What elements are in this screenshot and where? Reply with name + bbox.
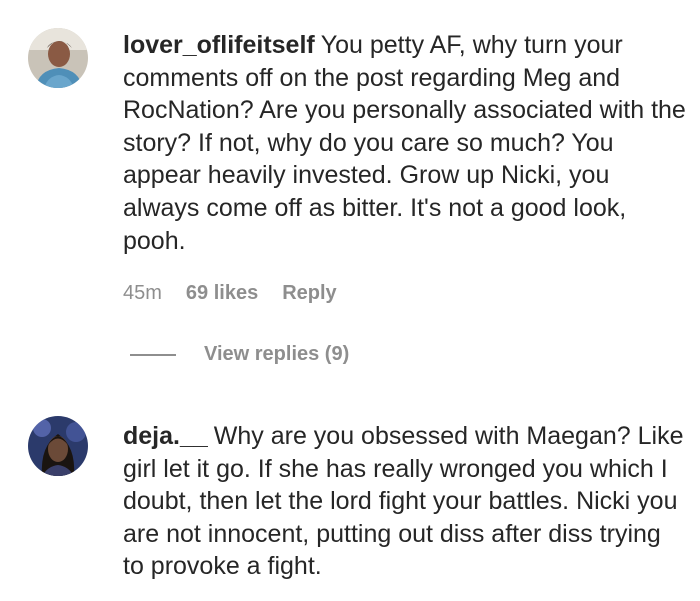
comment-meta: 45m 69 likes Reply [123,282,337,305]
reply-button[interactable]: Reply [282,282,336,305]
comment-timestamp[interactable]: 45m [123,282,162,305]
comment-text: lover_oflifeitself You petty AF, why turn… [123,29,688,257]
comment-body: You petty AF, why turn your comments off… [123,31,686,255]
comment-likes[interactable]: 69 likes [186,282,258,305]
avatar[interactable] [28,28,88,88]
view-replies-label: View replies (9) [204,343,350,365]
divider-line [130,353,176,356]
comment-username[interactable]: deja.__ [123,422,208,450]
comment-text: deja.__ Why are you obsessed with Maegan?… [123,420,688,583]
comment-username[interactable]: lover_oflifeitself [123,31,315,59]
view-replies-button[interactable]: View replies (9) [130,343,349,366]
avatar[interactable] [28,416,88,476]
